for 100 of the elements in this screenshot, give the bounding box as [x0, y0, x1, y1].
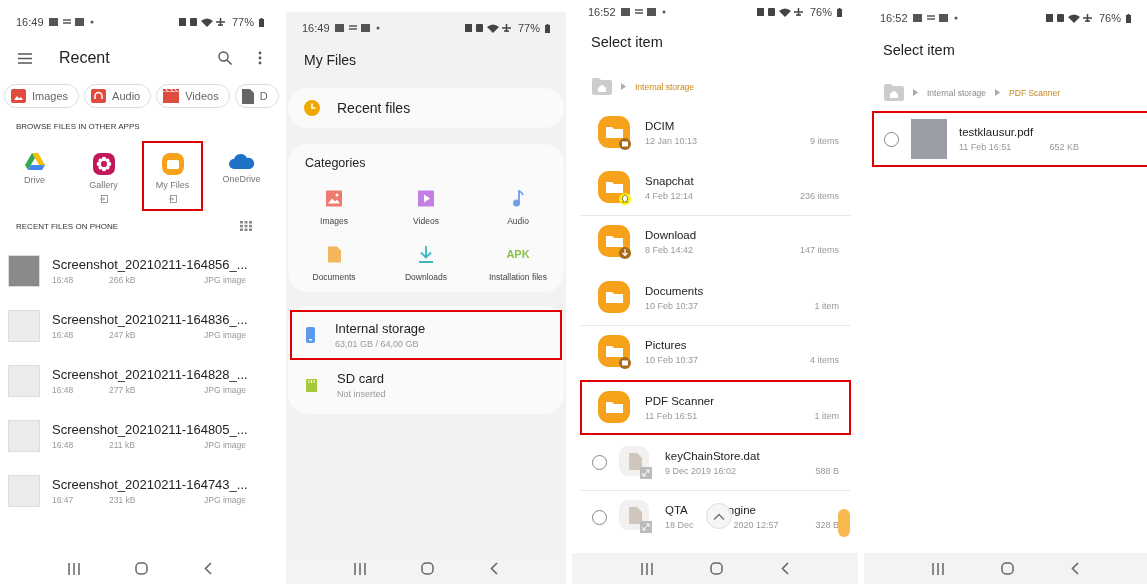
home-icon[interactable] — [135, 562, 149, 575]
file-row[interactable]: keyChainStore.dat 9 Dec 2019 16:02 588 B — [580, 435, 851, 490]
file-date: 2020 12:57 — [733, 520, 779, 530]
download-icon — [418, 246, 434, 263]
recent-apps-icon[interactable] — [67, 562, 80, 575]
category-item[interactable]: Images — [288, 190, 380, 226]
file-type: JPG image — [204, 494, 247, 505]
system-icons-drawing — [756, 7, 803, 17]
status-time: 16:52 — [588, 6, 616, 18]
image-icon — [11, 89, 26, 103]
category-chip[interactable]: D — [234, 84, 279, 108]
item-count: 236 items — [799, 190, 839, 201]
app-shortcut[interactable]: Drive — [4, 141, 65, 211]
file-time: 16:48 — [52, 329, 75, 340]
category-chip[interactable]: Images — [4, 84, 80, 108]
folder-with-badge-icon — [598, 115, 632, 150]
breadcrumb-item[interactable]: Internal storage — [927, 87, 987, 98]
app-label: OneDrive — [222, 174, 261, 184]
screen-title: Recent — [59, 49, 110, 67]
file-row[interactable]: testklausur.pdf 11 Feb 16:51 652 KB — [872, 111, 1147, 167]
grid-view-icon[interactable] — [240, 221, 252, 231]
folder-icon — [598, 280, 632, 315]
recent-apps-icon[interactable] — [353, 562, 366, 575]
file-name[interactable]: Screenshot_20210211-164805_... — [52, 421, 248, 437]
folder-date: 4 Feb 12:14 — [645, 190, 694, 201]
back-icon[interactable] — [490, 562, 499, 575]
folder-name: DCIM — [645, 119, 676, 132]
category-label: Installation files — [488, 272, 548, 282]
screen-title: My Files — [303, 51, 358, 68]
storage-item[interactable]: Internal storage 63,01 GB / 64,00 GB — [290, 310, 562, 360]
recent-apps-icon[interactable] — [640, 562, 653, 575]
file-time: 16:47 — [52, 494, 75, 505]
system-icons-drawing — [464, 23, 511, 33]
battery-icon — [259, 17, 264, 27]
back-icon[interactable] — [781, 562, 790, 575]
search-icon[interactable] — [218, 51, 232, 65]
home-icon[interactable] — [710, 562, 724, 575]
recent-files-button[interactable]: Recent files — [288, 88, 564, 128]
section-header: BROWSE FILES IN OTHER APPS — [15, 121, 141, 131]
file-name[interactable]: Screenshot_20210211-164743_... — [52, 476, 248, 492]
file-size: 211 kB — [109, 439, 136, 450]
app-label: My Files — [155, 180, 190, 190]
folder-row[interactable]: PDF Scanner 11 Feb 16:51 1 item — [580, 380, 851, 435]
battery-icon — [1126, 13, 1131, 23]
folder-date: 11 Feb 16:51 — [645, 410, 698, 421]
app-shortcut[interactable]: OneDrive — [211, 141, 272, 211]
app-shortcut[interactable]: Gallery — [73, 141, 134, 211]
category-item[interactable]: Audio — [472, 190, 564, 226]
app-shortcut[interactable]: My Files — [142, 141, 203, 211]
folder-with-badge-icon — [598, 225, 632, 259]
category-item[interactable]: Downloads — [380, 246, 472, 282]
screen-title: Select item — [590, 33, 664, 50]
system-icons-drawing — [1045, 13, 1092, 23]
folder-name: PDF Scanner — [645, 394, 716, 407]
battery-percentage: 76% — [809, 6, 832, 18]
battery-icon — [545, 23, 550, 33]
headphones-icon — [91, 89, 107, 103]
home-icon[interactable] — [421, 562, 435, 575]
file-name[interactable]: Screenshot_20210211-164828_... — [52, 366, 248, 382]
item-count: 9 items — [810, 135, 839, 146]
card-title: Categories — [304, 156, 367, 170]
file-name[interactable]: Screenshot_20210211-164836_... — [52, 311, 248, 327]
storage-item[interactable]: SD card Not inserted — [290, 360, 562, 410]
back-icon[interactable] — [1070, 562, 1079, 575]
file-name[interactable]: Screenshot_20210211-164856_... — [52, 256, 248, 272]
status-time: 16:52 — [880, 12, 908, 24]
category-item[interactable]: APK Installation files — [472, 246, 564, 282]
menu-icon[interactable] — [18, 52, 32, 64]
folder-row[interactable]: Documents 10 Feb 10:37 1 item — [580, 270, 851, 325]
system-icons-drawing — [178, 17, 225, 27]
home-icon[interactable] — [1001, 562, 1014, 575]
item-count: 147 items — [799, 245, 839, 255]
folder-row[interactable]: Pictures 10 Feb 10:37 4 items — [580, 325, 851, 380]
file-size: 231 kB — [109, 494, 137, 505]
recent-apps-icon[interactable] — [932, 562, 945, 575]
image-thumbnail — [8, 364, 40, 397]
folder-name: Snapchat — [645, 174, 695, 187]
chevron-right-icon — [995, 89, 1001, 96]
sd-card-icon — [306, 378, 317, 392]
folder-date: 10 Feb 10:37 — [645, 300, 699, 311]
category-chip[interactable]: Videos — [156, 84, 230, 108]
folder-row[interactable]: Download 8 Feb 14:42 147 items — [580, 215, 851, 270]
back-icon[interactable] — [204, 562, 213, 575]
status-time: 16:49 — [302, 22, 330, 34]
apk-label: APK — [506, 247, 530, 262]
fast-scroll-handle[interactable] — [838, 509, 850, 537]
folder-row[interactable]: Snapchat 4 Feb 12:14 236 items — [580, 160, 851, 215]
folder-with-badge-icon — [598, 170, 632, 205]
more-options-icon[interactable] — [258, 51, 262, 65]
category-item[interactable]: Videos — [380, 190, 472, 226]
chevron-right-icon — [621, 83, 626, 90]
category-item[interactable]: Documents — [288, 246, 380, 282]
flower-icon — [92, 153, 115, 175]
folder-row[interactable]: DCIM 12 Jan 10:13 9 items — [580, 105, 851, 160]
category-chip[interactable]: Audio — [84, 84, 152, 108]
section-header: RECENT FILES ON PHONE — [16, 221, 119, 231]
storage-name: SD card — [337, 371, 385, 386]
file-time: 16:48 — [52, 384, 75, 395]
file-time: 16:48 — [52, 439, 75, 450]
app-label: Drive — [24, 175, 45, 185]
